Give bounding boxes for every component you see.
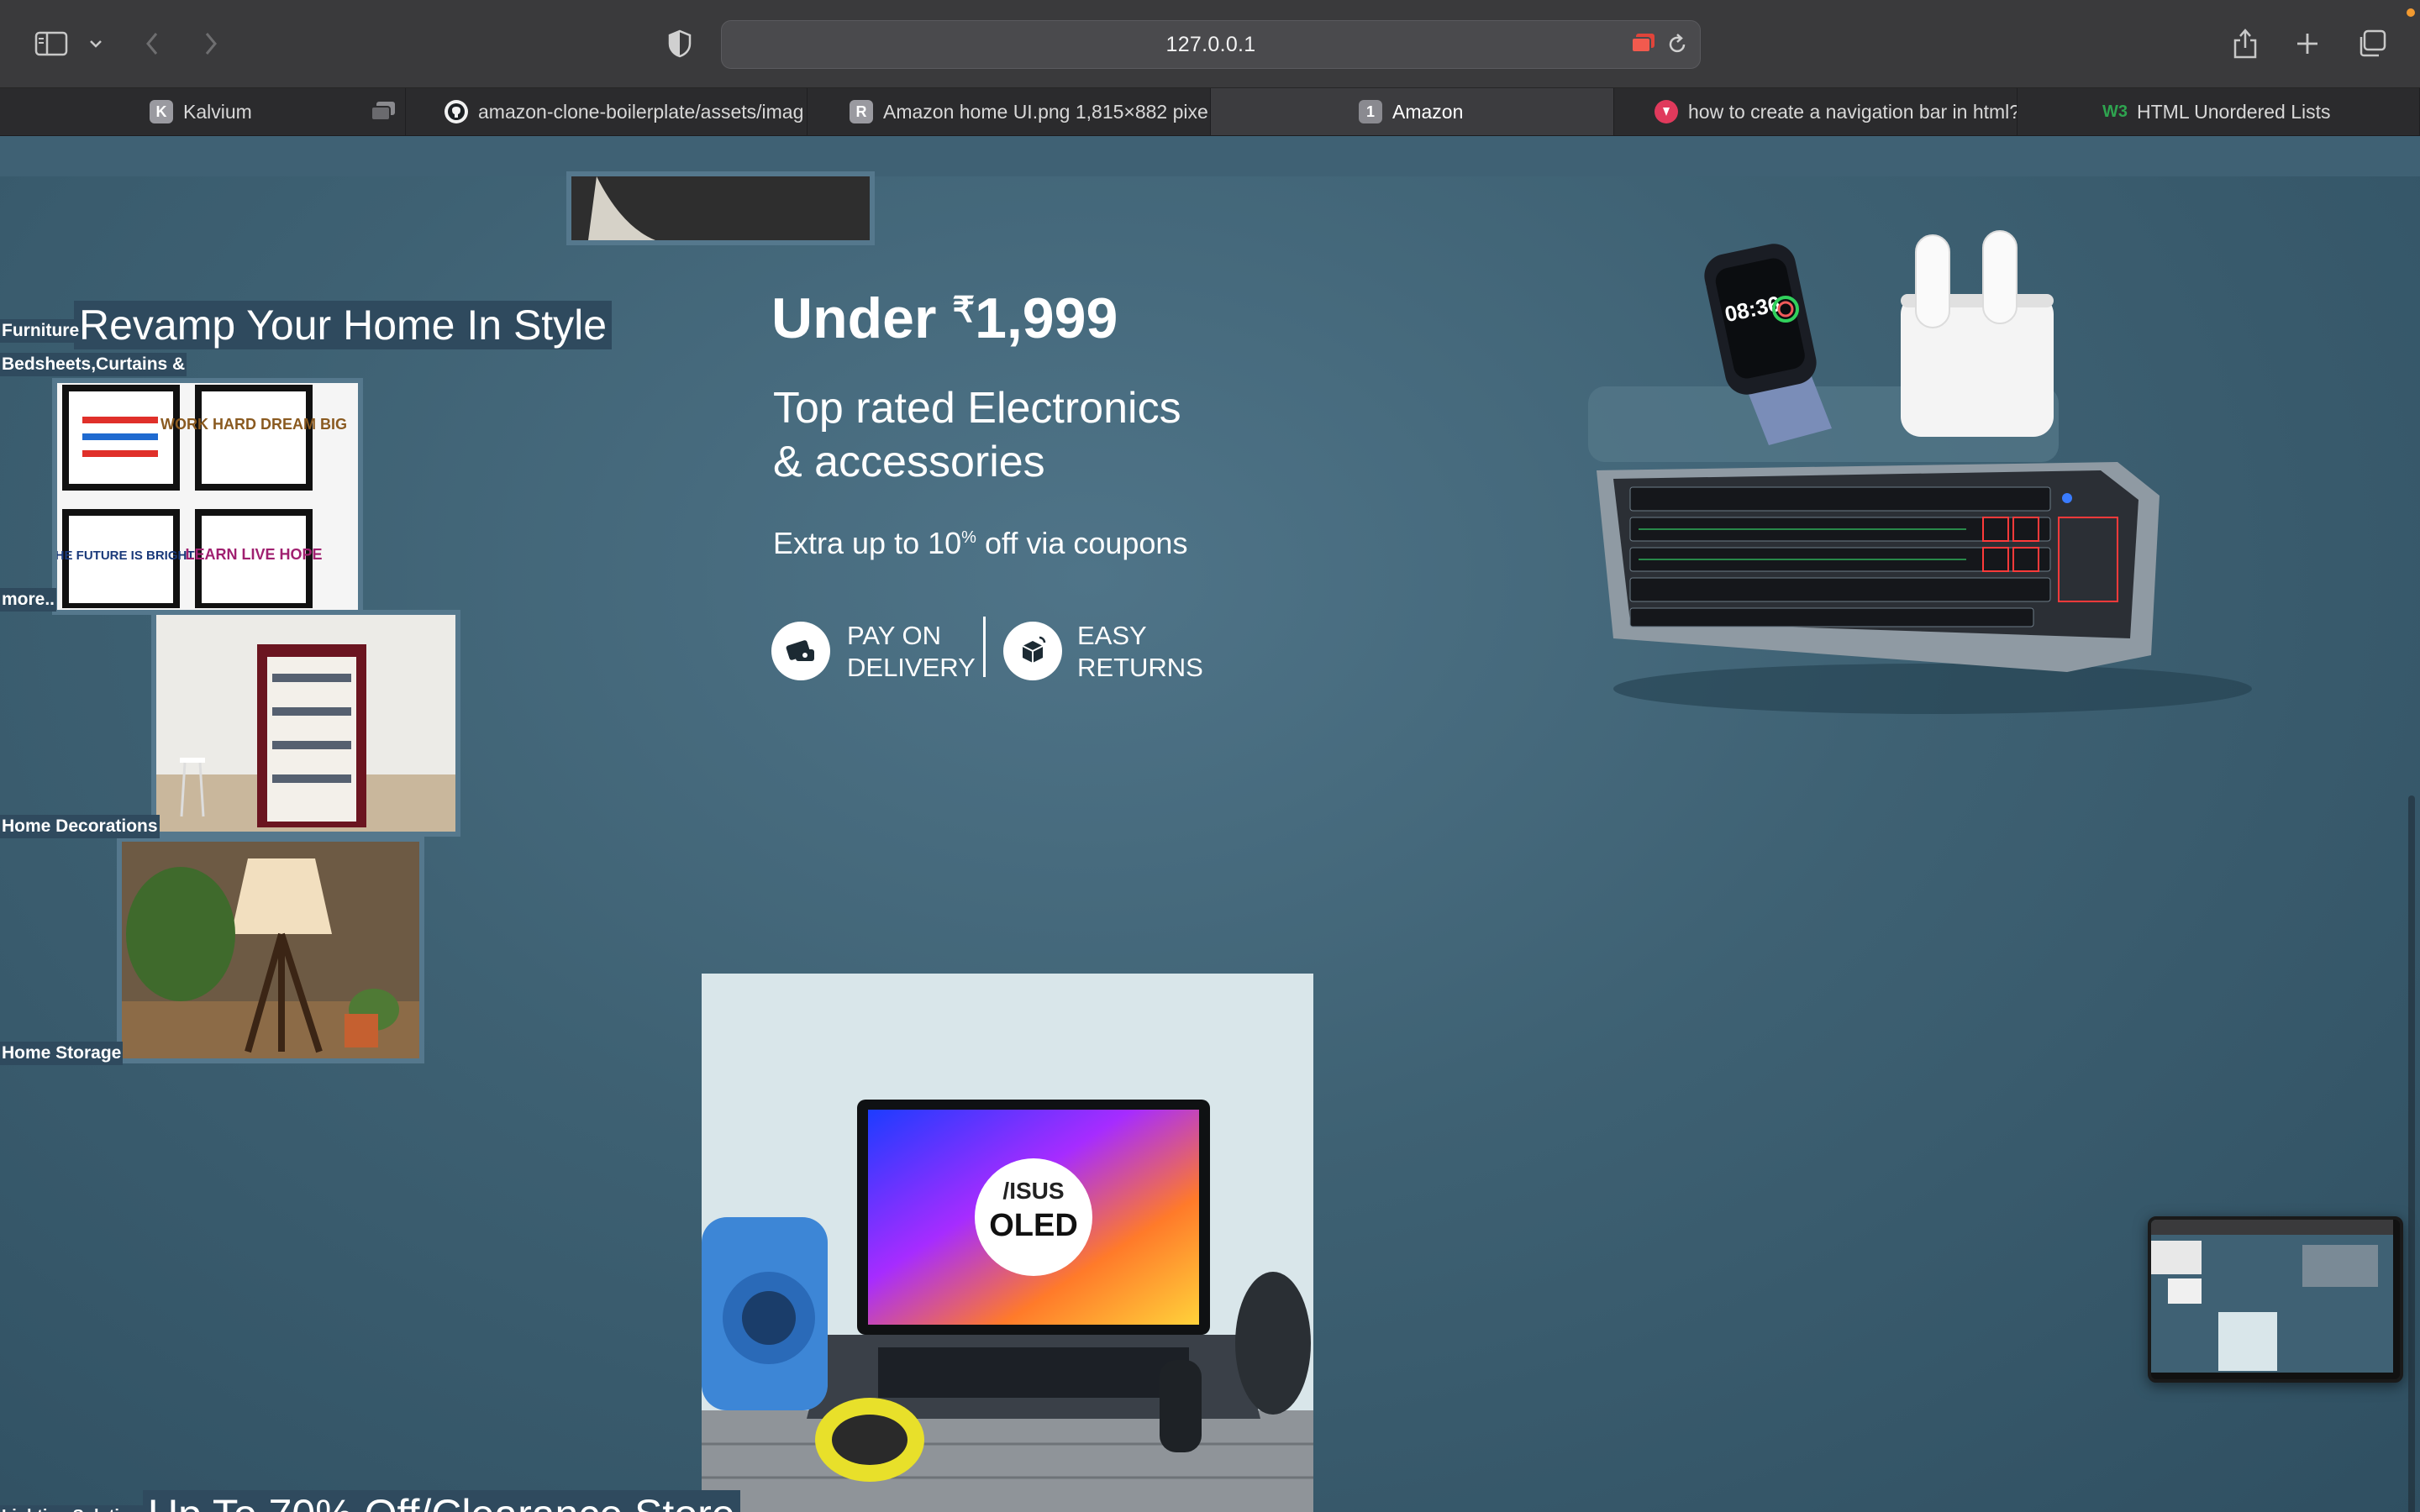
hero-subtitle: Top rated Electronics & accessories — [773, 381, 1277, 489]
url-text: 127.0.0.1 — [1165, 33, 1256, 56]
subtitle-line-2: & accessories — [773, 438, 1045, 486]
amazon-favicon-icon: 1 — [1359, 100, 1382, 123]
tab-overview-icon[interactable] — [2356, 25, 2388, 62]
category-bedsheets[interactable]: Bedsheets,Curtains & — [0, 353, 187, 376]
easy-returns-label: EASY RETURNS — [1077, 620, 1203, 684]
tab-bar: K Kalvium amazon-clone-boilerplate/asset… — [0, 88, 2420, 136]
badge-divider — [983, 617, 986, 677]
category-furniture[interactable]: Furniture — [0, 319, 82, 343]
pay-on-delivery-label: PAY ON DELIVERY — [847, 620, 976, 684]
badge-1-line-1: PAY ON — [847, 621, 941, 650]
poster-future: THE FUTURE IS BRIGHT — [57, 549, 195, 563]
screen-record-icon[interactable] — [1631, 33, 1656, 59]
hero-price-heading: Under ₹1,999 — [771, 286, 1118, 351]
badge-2-line-2: RETURNS — [1077, 653, 1203, 682]
laptop-oled-text: OLED — [989, 1208, 1078, 1243]
furniture-thumbnail-image[interactable] — [571, 176, 870, 240]
sidebar-toggle-icon[interactable] — [32, 25, 71, 62]
tab-navigation-bar-question[interactable]: how to create a navigation bar in html? — [1614, 88, 2018, 135]
tab-html-unordered-lists[interactable]: W3 HTML Unordered Lists — [2018, 88, 2420, 135]
revamp-home-heading: Revamp Your Home In Style — [74, 301, 613, 349]
laptop-brand-text: /ISUS — [1002, 1178, 1064, 1204]
wall-posters-thumbnail-image[interactable]: WORK HARD DREAM BIG THE FUTURE IS BRIGHT… — [57, 383, 358, 610]
tab-label: Amazon home UI.png 1,815×882 pixe — [883, 100, 1208, 123]
r-favicon-icon: R — [850, 100, 873, 123]
tab-label: how to create a navigation bar in html? — [1688, 100, 2018, 123]
electronics-products-image: 08:36 — [1588, 230, 2252, 714]
notification-dot-icon — [2407, 8, 2415, 17]
w3schools-favicon-icon: W3 — [2102, 102, 2128, 121]
vertical-scrollbar[interactable] — [2408, 795, 2415, 1512]
easy-returns-icon — [1003, 622, 1062, 680]
tab-group-icon[interactable] — [370, 100, 397, 127]
privacy-shield-icon[interactable] — [666, 25, 694, 62]
new-tab-plus-icon[interactable] — [2292, 25, 2323, 62]
tab-kalvium[interactable]: K Kalvium — [0, 88, 406, 135]
tab-label: Kalvium — [183, 100, 252, 123]
laptop-deal-card[interactable]: /ISUS OLED — [702, 974, 1313, 1512]
category-home-decorations[interactable]: Home Decorations — [0, 815, 160, 838]
hero-banner[interactable]: Under ₹1,999 Top rated Electronics & acc… — [0, 176, 2420, 1512]
back-arrow-icon[interactable] — [139, 25, 165, 62]
chevron-down-icon[interactable] — [84, 25, 108, 62]
poster-work-hard: WORK HARD DREAM BIG — [160, 416, 347, 433]
rupee-symbol: ₹ — [952, 290, 976, 329]
address-bar[interactable]: 127.0.0.1 — [721, 20, 1701, 69]
share-icon[interactable] — [2230, 25, 2260, 62]
shoe-rack-thumbnail-image[interactable] — [156, 615, 455, 832]
category-lighting-solutions[interactable]: Lighting Solutions — [0, 1505, 151, 1512]
floor-lamp-thumbnail-image[interactable] — [122, 842, 419, 1058]
more-link[interactable]: more.. — [0, 588, 57, 612]
price-value: 1,999 — [975, 286, 1118, 350]
coupon-prefix: Extra up to 10 — [773, 526, 962, 560]
reload-icon[interactable] — [1666, 33, 1688, 60]
tab-github[interactable]: amazon-clone-boilerplate/assets/imag — [406, 88, 808, 135]
price-prefix: Under — [771, 286, 953, 350]
browser-toolbar: 127.0.0.1 — [0, 0, 2420, 88]
tab-amazon-home-ui-image[interactable]: R Amazon home UI.png 1,815×882 pixe — [808, 88, 1211, 135]
tab-label: Amazon — [1392, 100, 1464, 123]
coupon-text: Extra up to 10% off via coupons — [773, 526, 1187, 561]
category-home-storage[interactable]: Home Storage — [0, 1042, 124, 1065]
coupon-percent: % — [961, 528, 976, 547]
github-favicon-icon — [445, 100, 468, 123]
question-favicon-icon — [1655, 100, 1678, 123]
tab-amazon[interactable]: 1 Amazon — [1211, 88, 1614, 135]
pay-on-delivery-icon — [771, 622, 830, 680]
badge-1-line-2: DELIVERY — [847, 653, 976, 682]
forward-arrow-icon[interactable] — [198, 25, 224, 62]
coupon-suffix: off via coupons — [976, 526, 1188, 560]
screenshot-preview-thumbnail[interactable] — [2148, 1216, 2403, 1383]
kalvium-favicon-icon: K — [150, 100, 173, 123]
poster-learn-live: LEARN LIVE HOPE — [185, 546, 322, 563]
tab-label: amazon-clone-boilerplate/assets/imag — [478, 100, 804, 123]
badge-2-line-1: EASY — [1077, 621, 1147, 650]
clearance-store-heading: Up To 70% Off/Clearance Store — [143, 1490, 740, 1512]
subtitle-line-1: Top rated Electronics — [773, 384, 1181, 433]
tab-label: HTML Unordered Lists — [2137, 100, 2331, 123]
webpage-content: Under ₹1,999 Top rated Electronics & acc… — [0, 136, 2420, 1512]
